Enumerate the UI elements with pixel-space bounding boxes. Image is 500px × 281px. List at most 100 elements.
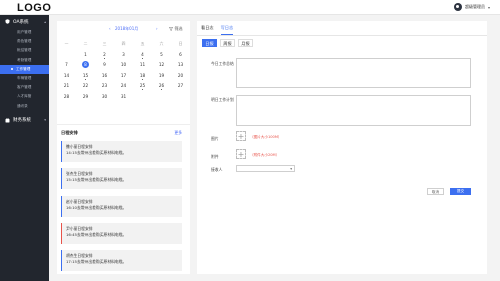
- weekday-label: 五: [140, 41, 145, 46]
- sidebar-group-finance[interactable]: 财务系统 ▾: [0, 114, 49, 127]
- cancel-button[interactable]: 取消: [427, 188, 444, 195]
- sidebar-item-roles[interactable]: 角色管理: [0, 37, 49, 46]
- calendar-week: 21 22 23 24 25 26 27: [57, 82, 190, 93]
- calendar-day[interactable]: 12: [152, 61, 171, 72]
- next-month-button[interactable]: ›: [156, 26, 158, 31]
- filter-icon: [169, 27, 173, 31]
- sidebar-group-label: OA系统: [13, 19, 29, 25]
- sidebar-item-work[interactable]: 工作管理: [0, 64, 49, 74]
- calendar-week: 14 15 16 17 18 19 20: [57, 72, 190, 83]
- schedule-item[interactable]: 赵小丽日程安排 16:10去常州出差购买原材料电缆。: [61, 196, 182, 217]
- sidebar-item-attendance[interactable]: 考勤管理: [0, 56, 49, 65]
- schedule-item[interactable]: 撒小丽日程安排 14:15去常州出差购买原材料电缆。: [61, 141, 182, 162]
- calendar-week: 7 8 9 10 11 12 13: [57, 61, 190, 72]
- calendar-day[interactable]: 10: [114, 61, 133, 72]
- calendar-day[interactable]: 16: [95, 72, 114, 83]
- schedule-item-detail: 16:10去常州出差购买原材料电缆。: [66, 204, 127, 210]
- event-dot-icon: [84, 78, 87, 80]
- sidebar: OA系统 ▴ 用户管理 角色管理 帐结管理 考勤管理 工作管理 车辆管理 客户管…: [0, 15, 49, 281]
- weekday-label: 日: [178, 41, 183, 46]
- calendar-day[interactable]: 18: [133, 72, 152, 83]
- chevron-down-icon: ▾: [44, 118, 46, 123]
- calendar-day[interactable]: 17: [114, 72, 133, 83]
- event-dot-icon: [103, 57, 106, 59]
- schedule-more-link[interactable]: 更多: [174, 130, 182, 136]
- tab-view-log[interactable]: 看日志: [201, 25, 214, 35]
- calendar-day[interactable]: [171, 93, 190, 104]
- attachment-size-hint: （附件大小20M）: [250, 153, 280, 157]
- calendar-day-today[interactable]: 8: [76, 61, 95, 72]
- image-upload-button[interactable]: +: [236, 131, 246, 141]
- sidebar-item-talent[interactable]: 人才库管: [0, 92, 49, 101]
- sidebar-item-customers[interactable]: 客户管理: [0, 83, 49, 92]
- calendar-day[interactable]: 9: [95, 61, 114, 72]
- schedule-item-detail: 16:45去常州出差购买原材料电缆。: [66, 231, 127, 237]
- calendar-header: ‹ 2018年01月 › 筛选: [57, 26, 190, 34]
- calendar-day[interactable]: 20: [171, 72, 190, 83]
- sidebar-item-accounts[interactable]: 帐结管理: [0, 46, 49, 55]
- tab-daily[interactable]: 日报: [202, 39, 217, 47]
- log-panel: 看日志 写日志 日报 周报 月报 今日工作总结 明日工作计划 图片 + （图片大…: [197, 21, 487, 274]
- calendar-day[interactable]: 22: [76, 82, 95, 93]
- filter-button[interactable]: 筛选: [169, 26, 183, 32]
- calendar-day[interactable]: 7: [57, 61, 76, 72]
- calendar-day[interactable]: 21: [57, 82, 76, 93]
- calendar-day[interactable]: 4: [133, 51, 152, 62]
- weekday-label: 三: [102, 41, 107, 46]
- calendar-day[interactable]: 1: [76, 51, 95, 62]
- calendar-day[interactable]: 25: [133, 82, 152, 93]
- calendar-day[interactable]: 28: [57, 93, 76, 104]
- sidebar-group-label: 财务系统: [13, 118, 31, 124]
- submit-button[interactable]: 提交: [450, 188, 471, 195]
- calendar-day[interactable]: 5: [152, 51, 171, 62]
- calendar-day[interactable]: [57, 51, 76, 62]
- sidebar-item-contacts[interactable]: 通讯录: [0, 102, 49, 111]
- event-dot-icon: [141, 57, 144, 59]
- prev-month-button[interactable]: ‹: [109, 26, 111, 31]
- calendar-day[interactable]: 29: [76, 93, 95, 104]
- calendar-day[interactable]: 3: [114, 51, 133, 62]
- today-summary-textarea[interactable]: [236, 58, 471, 88]
- tab-write-log[interactable]: 写日志: [220, 25, 234, 35]
- tab-weekly[interactable]: 周报: [220, 39, 235, 47]
- tab-monthly[interactable]: 月报: [238, 39, 253, 47]
- calendar-day[interactable]: 6: [171, 51, 190, 62]
- log-tabs: 看日志 写日志: [201, 25, 234, 35]
- image-size-hint: （图片大小100M）: [250, 135, 282, 139]
- calendar-day[interactable]: 30: [95, 93, 114, 104]
- tomorrow-plan-label: 明日工作计划: [211, 97, 234, 102]
- calendar-day[interactable]: 11: [133, 61, 152, 72]
- calendar-panel: ‹ 2018年01月 › 筛选 一 二 三 四 五 六 日 1 2 3 4 5 …: [57, 21, 190, 274]
- tomorrow-plan-textarea[interactable]: [236, 95, 471, 126]
- sidebar-group-oa[interactable]: OA系统 ▴: [0, 15, 49, 28]
- calendar-day[interactable]: 2: [95, 51, 114, 62]
- recipient-select[interactable]: ▾: [236, 165, 295, 172]
- calendar-day[interactable]: 15: [76, 72, 95, 83]
- schedule-item-detail: 17:15去常州出差购买原材料电缆。: [66, 258, 127, 264]
- calendar-day[interactable]: 26: [152, 82, 171, 93]
- schedule-item[interactable]: 尹小丽日程安排 16:45去常州出差购买原材料电缆。: [61, 223, 182, 244]
- user-menu[interactable]: 超级管理员 ▾: [453, 3, 490, 11]
- calendar-day[interactable]: 31: [114, 93, 133, 104]
- calendar-day[interactable]: [152, 93, 171, 104]
- calendar-day[interactable]: 27: [171, 82, 190, 93]
- attachment-upload-button[interactable]: +: [236, 149, 246, 159]
- calendar-day[interactable]: 24: [114, 82, 133, 93]
- sidebar-item-vehicles[interactable]: 车辆管理: [0, 74, 49, 83]
- weekday-row: 一 二 三 四 五 六 日: [57, 40, 190, 51]
- calendar-day[interactable]: 23: [95, 82, 114, 93]
- event-dot-icon: [160, 89, 163, 91]
- calendar-day[interactable]: 13: [171, 61, 190, 72]
- recipient-label: 接收人: [211, 167, 223, 172]
- calendar-day[interactable]: 14: [57, 72, 76, 83]
- calendar-day[interactable]: 19: [152, 72, 171, 83]
- calendar-day[interactable]: [133, 93, 152, 104]
- schedule-item-detail: 14:15去常州出差购买原材料电缆。: [66, 149, 127, 155]
- chevron-up-icon: ▴: [44, 19, 46, 24]
- divider: [57, 124, 190, 125]
- sidebar-item-users[interactable]: 用户管理: [0, 28, 49, 37]
- today-summary-label: 今日工作总结: [211, 61, 234, 66]
- finance-icon: [5, 117, 10, 123]
- schedule-item[interactable]: 胡杰生日程安排 17:15去常州出差购买原材料电缆。: [61, 250, 182, 271]
- schedule-item[interactable]: 张杰生日程安排 15:15去常州出差购买原材料电缆。: [61, 168, 182, 189]
